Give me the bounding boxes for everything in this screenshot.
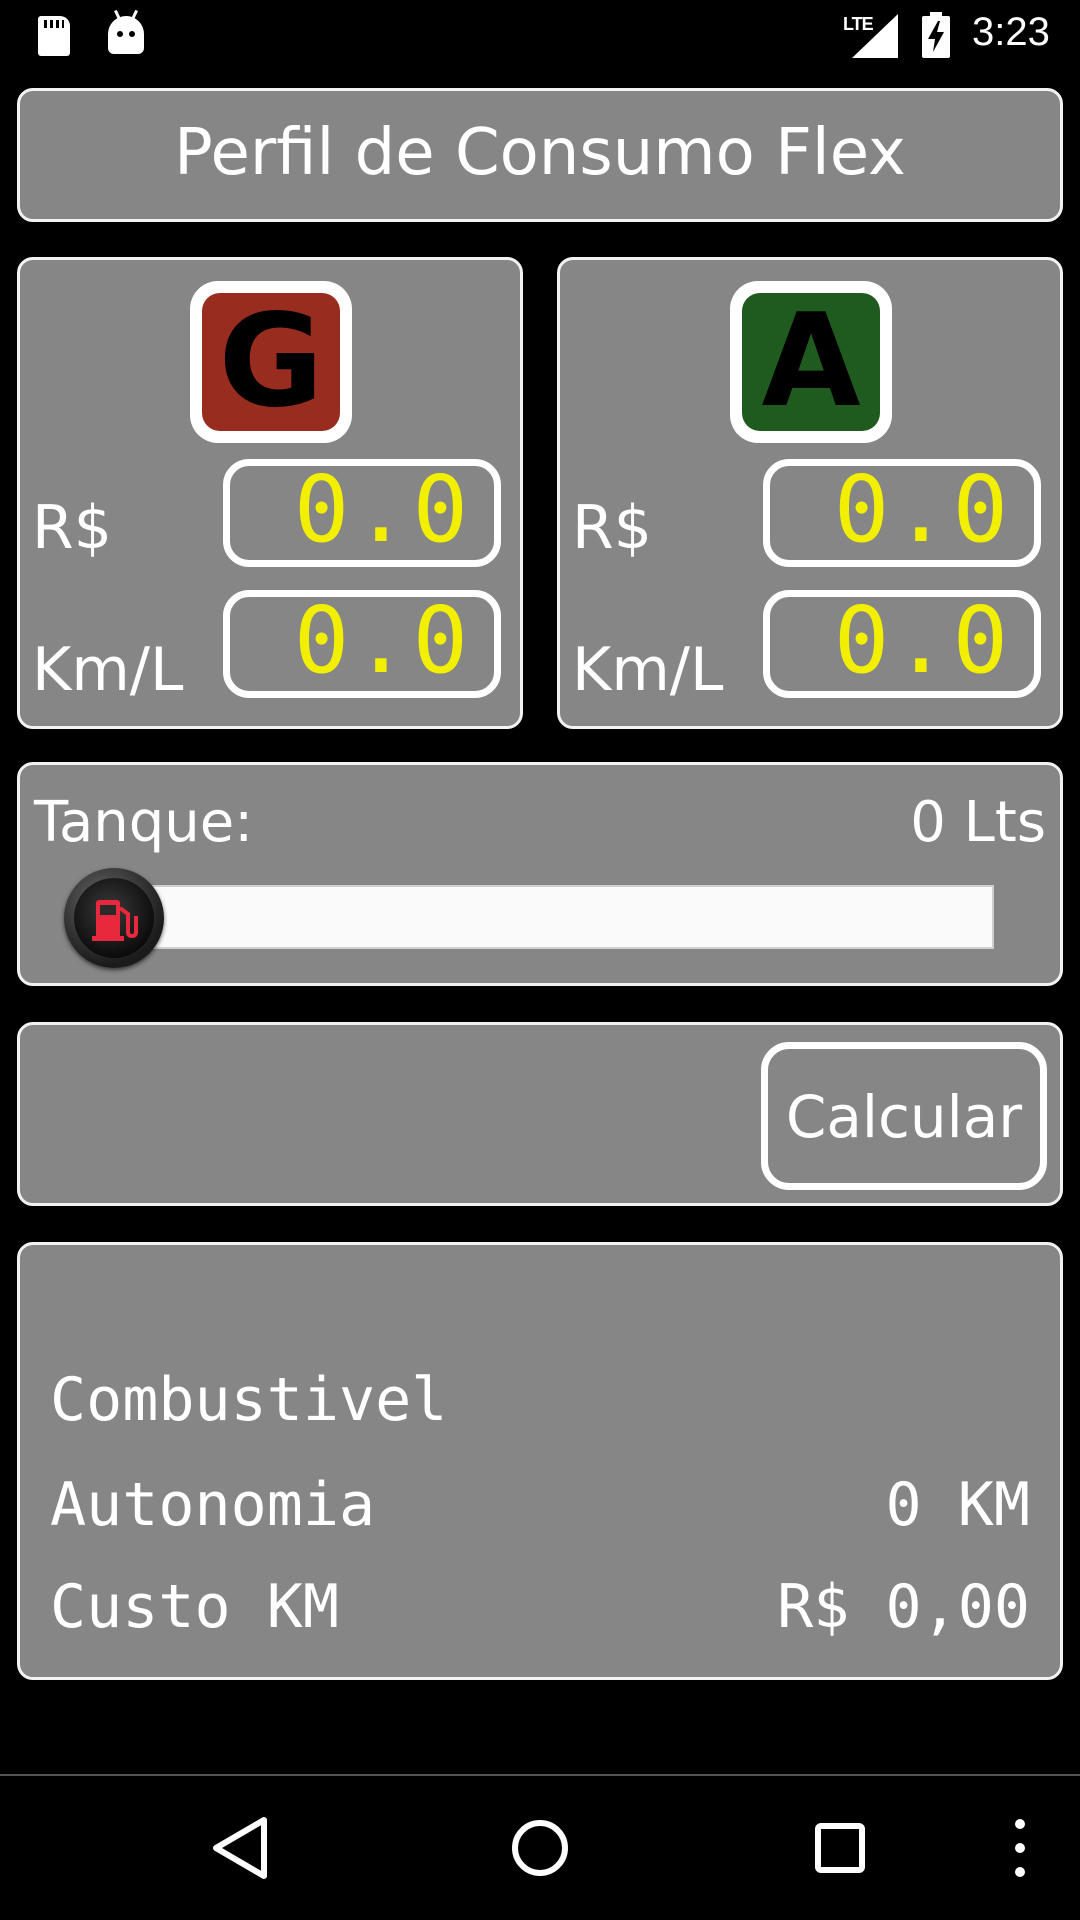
alcohol-badge: A xyxy=(730,281,892,443)
gasoline-panel: G R$ 0.0 Km/L 0.0 xyxy=(17,257,523,729)
gasoline-efficiency-input[interactable]: 0.0 xyxy=(223,590,501,698)
gasoline-efficiency-label: Km/L xyxy=(32,635,184,705)
alcohol-price-input[interactable]: 0.0 xyxy=(763,459,1041,567)
result-cost-value: R$ 0,00 xyxy=(777,1572,1030,1642)
fuel-pump-icon xyxy=(92,900,138,941)
gasoline-price-label: R$ xyxy=(32,493,112,563)
tank-panel: Tanque: 0 Lts xyxy=(17,762,1063,986)
gasoline-badge-letter: G xyxy=(202,293,340,431)
overflow-menu-icon[interactable] xyxy=(990,1776,1050,1920)
calculate-button[interactable]: Calcular xyxy=(761,1042,1047,1190)
alcohol-efficiency-label: Km/L xyxy=(572,635,724,705)
action-panel: Calcular xyxy=(17,1022,1063,1206)
gasoline-price-input[interactable]: 0.0 xyxy=(223,459,501,567)
alcohol-badge-letter: A xyxy=(742,293,880,431)
title-panel: Perfil de Consumo Flex xyxy=(17,88,1063,222)
battery-charging-icon xyxy=(922,12,950,58)
tank-slider-thumb[interactable] xyxy=(64,868,164,968)
gasoline-badge: G xyxy=(190,281,352,443)
back-icon[interactable] xyxy=(182,1776,302,1920)
android-icon xyxy=(108,9,144,54)
page-title: Perfil de Consumo Flex xyxy=(174,116,906,190)
result-cost-label: Custo KM xyxy=(50,1572,339,1642)
clock: 3:23 xyxy=(972,10,1050,54)
result-fuel-row: Combustivel xyxy=(50,1365,1030,1435)
status-bar: LTE 3:23 xyxy=(0,0,1080,72)
tank-slider-track[interactable] xyxy=(132,885,994,949)
tank-value: 0 Lts xyxy=(910,790,1046,855)
alcohol-price-label: R$ xyxy=(572,493,652,563)
result-range-value: 0 KM xyxy=(885,1470,1031,1540)
result-cost-row: Custo KM R$ 0,00 xyxy=(50,1572,1030,1642)
result-range-row: Autonomia 0 KM xyxy=(50,1470,1030,1540)
alcohol-panel: A R$ 0.0 Km/L 0.0 xyxy=(557,257,1063,729)
navigation-bar xyxy=(0,1776,1080,1920)
result-range-label: Autonomia xyxy=(50,1470,376,1540)
alcohol-efficiency-input[interactable]: 0.0 xyxy=(763,590,1041,698)
tank-label: Tanque: xyxy=(34,790,254,855)
home-icon[interactable] xyxy=(480,1776,600,1920)
recent-apps-icon[interactable] xyxy=(780,1776,900,1920)
signal-icon xyxy=(852,14,898,58)
result-fuel-label: Combustivel xyxy=(50,1365,448,1435)
sd-card-icon xyxy=(38,16,70,56)
result-panel: Combustivel Autonomia 0 KM Custo KM R$ 0… xyxy=(17,1242,1063,1680)
